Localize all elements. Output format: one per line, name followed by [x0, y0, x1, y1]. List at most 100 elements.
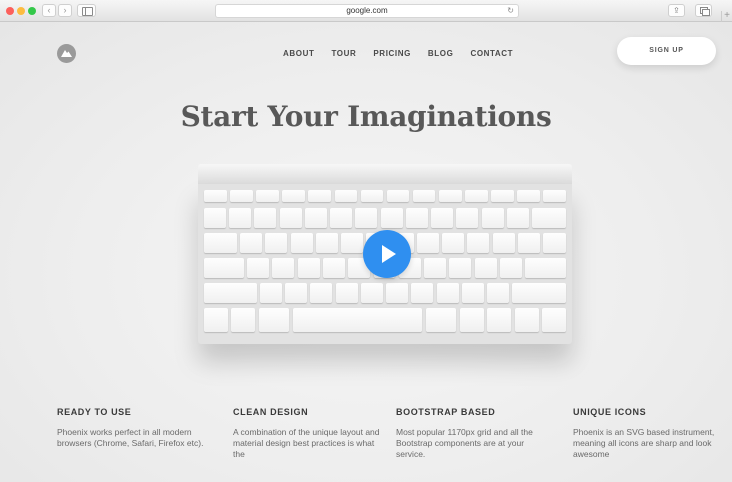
feature-title: CLEAN DESIGN [233, 407, 309, 417]
keyboard-key [334, 190, 358, 202]
mountain-icon [61, 50, 72, 57]
nav-item-pricing[interactable]: PRICING [373, 49, 411, 58]
keyboard-key [525, 258, 566, 278]
feature-ready-to-use: READY TO USE Phoenix works perfect in al… [57, 407, 207, 449]
keyboard-key [461, 283, 484, 303]
keyboard-key [487, 283, 509, 303]
nav-item-contact[interactable]: CONTACT [470, 49, 513, 58]
keyboard-key [204, 308, 228, 332]
sign-up-button[interactable]: SIGN UP [617, 37, 716, 65]
keyboard-key [279, 208, 302, 228]
keyboard-key [360, 283, 383, 303]
keyboard-key [323, 258, 345, 278]
hero-title: Start Your Imaginations [180, 100, 552, 133]
keyboard-key [229, 208, 252, 228]
keyboard-key [304, 208, 327, 228]
keyboard-key [512, 283, 566, 303]
browser-toolbar: ‹ › google.com ↻ ⇪ + [0, 0, 732, 22]
url-text: google.com [346, 6, 388, 15]
zoom-window-button[interactable] [28, 7, 36, 15]
keyboard-top-edge [198, 164, 572, 186]
plus-icon: + [724, 10, 730, 21]
keyboard-key [412, 190, 436, 202]
keyboard-key [230, 190, 253, 202]
keyboard-key [465, 190, 488, 202]
keyboard-key [254, 208, 277, 228]
reload-icon[interactable]: ↻ [507, 5, 514, 17]
feature-unique-icons: UNIQUE ICONS Phoenix is an SVG based ins… [573, 407, 723, 460]
keyboard-key [543, 190, 566, 202]
keyboard-key [272, 258, 295, 278]
keyboard-key [442, 233, 464, 253]
keyboard-key [542, 308, 566, 332]
keyboard-key [449, 258, 472, 278]
keyboard-key [315, 233, 338, 253]
keyboard-key [506, 208, 529, 228]
keyboard-key [204, 190, 227, 202]
keyboard-key [258, 308, 290, 332]
keyboard-key [459, 308, 484, 332]
nav-item-blog[interactable]: BLOG [428, 49, 454, 58]
share-button[interactable]: ⇪ [668, 4, 685, 17]
feature-clean-design: CLEAN DESIGN A combination of the unique… [233, 407, 381, 460]
keyboard-key [386, 283, 409, 303]
keyboard-key [265, 233, 288, 253]
keyboard-key [330, 208, 353, 228]
keyboard-key [386, 190, 410, 202]
forward-arrow-icon: › [63, 5, 67, 15]
keyboard-key [310, 283, 333, 303]
keyboard-key [360, 190, 384, 202]
keyboard-key [204, 283, 257, 303]
play-video-button[interactable] [363, 230, 411, 278]
keyboard-key [282, 190, 305, 202]
share-icon: ⇪ [673, 6, 680, 15]
keyboard-key [491, 190, 514, 202]
feature-text: Most popular 1170px grid and all the Boo… [396, 427, 533, 459]
keyboard-key [335, 283, 358, 303]
feature-text: Phoenix is an SVG based instrument, mean… [573, 427, 715, 459]
keyboard-key [499, 258, 522, 278]
keyboard-key [240, 233, 263, 253]
keyboard-key [431, 208, 454, 228]
keyboard-key [405, 208, 428, 228]
keyboard-key [514, 308, 539, 332]
keyboard-key [416, 233, 439, 253]
keyboard-key [292, 308, 423, 332]
keyboard-key [204, 258, 244, 278]
keyboard-key [256, 190, 279, 202]
keyboard-key [438, 190, 462, 202]
close-window-button[interactable] [6, 7, 14, 15]
feature-text: Phoenix works perfect in all modern brow… [57, 427, 204, 448]
feature-bootstrap-based: BOOTSTRAP BASED Most popular 1170px grid… [396, 407, 546, 460]
new-tab-button[interactable]: + [721, 11, 732, 22]
keyboard-key [308, 190, 332, 202]
nav-item-about[interactable]: ABOUT [283, 49, 314, 58]
back-button[interactable]: ‹ [42, 4, 56, 17]
keyboard-key [424, 258, 446, 278]
keyboard-key [247, 258, 270, 278]
minimize-window-button[interactable] [17, 7, 25, 15]
keyboard-key [260, 283, 282, 303]
site-logo[interactable] [57, 44, 76, 63]
address-bar[interactable]: google.com ↻ [215, 4, 519, 18]
keyboard-key [436, 283, 459, 303]
nav-item-tour[interactable]: TOUR [331, 49, 356, 58]
keyboard-key [297, 258, 320, 278]
keyboard-key [467, 233, 490, 253]
feature-title: READY TO USE [57, 407, 132, 417]
keyboard-key [231, 308, 256, 332]
keyboard-key [456, 208, 479, 228]
keyboard-key [517, 233, 540, 253]
keyboard-key [487, 308, 512, 332]
keyboard-key [204, 233, 237, 253]
sidebar-toggle-button[interactable] [77, 4, 96, 17]
keyboard-key [290, 233, 313, 253]
back-arrow-icon: ‹ [47, 5, 51, 15]
keyboard-key [285, 283, 308, 303]
forward-button[interactable]: › [58, 4, 72, 17]
feature-title: UNIQUE ICONS [573, 407, 647, 417]
keyboard-key [411, 283, 434, 303]
keyboard-key [543, 233, 566, 253]
keyboard-key [341, 233, 364, 253]
show-tabs-button[interactable] [695, 4, 712, 17]
